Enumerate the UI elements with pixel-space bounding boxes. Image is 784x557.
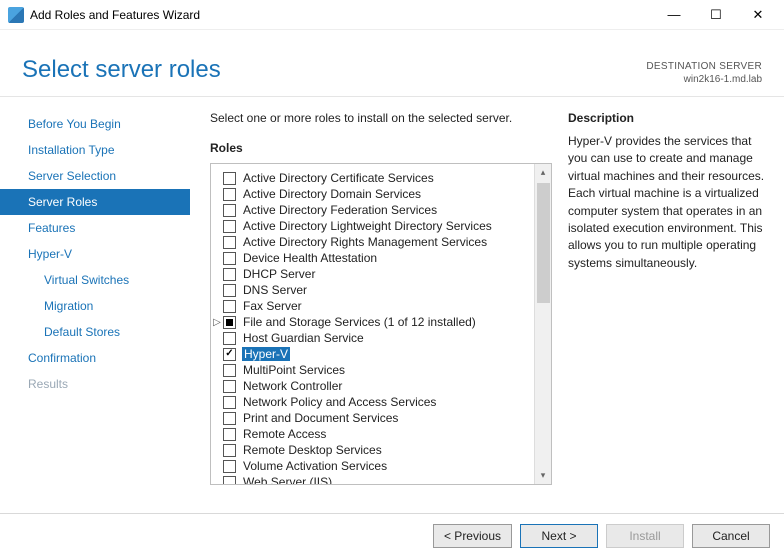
role-label: Print and Document Services: [242, 411, 399, 425]
checkbox[interactable]: [223, 220, 236, 233]
role-row[interactable]: DHCP Server: [223, 266, 532, 282]
instruction-text: Select one or more roles to install on t…: [210, 111, 552, 125]
checkbox[interactable]: [223, 188, 236, 201]
role-label: DNS Server: [242, 283, 308, 297]
role-row[interactable]: ▷File and Storage Services (1 of 12 inst…: [223, 314, 532, 330]
role-label: Network Controller: [242, 379, 343, 393]
roles-listbox: Active Directory Certificate Services Act…: [210, 163, 552, 485]
role-label: File and Storage Services (1 of 12 insta…: [242, 315, 477, 329]
role-row[interactable]: Device Health Attestation: [223, 250, 532, 266]
role-label: Remote Access: [242, 427, 327, 441]
role-row[interactable]: DNS Server: [223, 282, 532, 298]
role-row[interactable]: Active Directory Certificate Services: [223, 170, 532, 186]
checkbox[interactable]: [223, 332, 236, 345]
role-label: Active Directory Federation Services: [242, 203, 438, 217]
role-row[interactable]: Fax Server: [223, 298, 532, 314]
role-row[interactable]: Active Directory Federation Services: [223, 202, 532, 218]
nav-item-virtual-switches[interactable]: Virtual Switches: [0, 267, 190, 293]
app-icon: [8, 7, 24, 23]
minimize-button[interactable]: —: [656, 3, 692, 27]
install-button: Install: [606, 524, 684, 548]
checkbox[interactable]: [223, 284, 236, 297]
titlebar: Add Roles and Features Wizard — ☐ ✕: [0, 0, 784, 30]
role-row[interactable]: Active Directory Lightweight Directory S…: [223, 218, 532, 234]
description-text: Hyper-V provides the services that you c…: [568, 133, 766, 272]
role-label: Remote Desktop Services: [242, 443, 383, 457]
maximize-button[interactable]: ☐: [698, 3, 734, 27]
role-label: Active Directory Lightweight Directory S…: [242, 219, 493, 233]
scroll-thumb[interactable]: [537, 183, 550, 303]
role-row[interactable]: Remote Access: [223, 426, 532, 442]
checkbox[interactable]: [223, 300, 236, 313]
nav-item-features[interactable]: Features: [0, 215, 190, 241]
role-row[interactable]: MultiPoint Services: [223, 362, 532, 378]
checkbox[interactable]: [223, 476, 236, 485]
checkbox[interactable]: [223, 460, 236, 473]
role-row[interactable]: Network Policy and Access Services: [223, 394, 532, 410]
nav-item-server-selection[interactable]: Server Selection: [0, 163, 190, 189]
role-label: DHCP Server: [242, 267, 316, 281]
nav-item-default-stores[interactable]: Default Stores: [0, 319, 190, 345]
role-label: Fax Server: [242, 299, 303, 313]
checkbox[interactable]: [223, 268, 236, 281]
nav-item-results: Results: [0, 371, 190, 397]
role-label: Device Health Attestation: [242, 251, 378, 265]
nav-item-before-you-begin[interactable]: Before You Begin: [0, 111, 190, 137]
page-title: Select server roles: [22, 56, 221, 84]
role-row[interactable]: Active Directory Domain Services: [223, 186, 532, 202]
role-label: Web Server (IIS): [242, 475, 333, 484]
role-row[interactable]: Host Guardian Service: [223, 330, 532, 346]
checkbox[interactable]: [223, 412, 236, 425]
next-button[interactable]: Next >: [520, 524, 598, 548]
checkbox[interactable]: [223, 316, 236, 329]
role-row[interactable]: Remote Desktop Services: [223, 442, 532, 458]
destination-label: DESTINATION SERVER: [646, 60, 762, 73]
nav-item-installation-type[interactable]: Installation Type: [0, 137, 190, 163]
role-label: Active Directory Domain Services: [242, 187, 422, 201]
role-label: Network Policy and Access Services: [242, 395, 437, 409]
checkbox[interactable]: [223, 380, 236, 393]
destination-value: win2k16-1.md.lab: [646, 73, 762, 86]
checkbox[interactable]: [223, 236, 236, 249]
role-label: Volume Activation Services: [242, 459, 388, 473]
expand-icon[interactable]: ▷: [212, 317, 222, 328]
wizard-nav: Before You BeginInstallation TypeServer …: [0, 97, 190, 512]
role-label: Active Directory Certificate Services: [242, 171, 435, 185]
role-row[interactable]: Network Controller: [223, 378, 532, 394]
description-label: Description: [568, 111, 766, 125]
nav-item-hyper-v[interactable]: Hyper-V: [0, 241, 190, 267]
checkbox[interactable]: [223, 348, 236, 361]
previous-button[interactable]: < Previous: [433, 524, 512, 548]
role-label: Hyper-V: [242, 347, 290, 361]
footer: < Previous Next > Install Cancel: [0, 513, 784, 557]
checkbox[interactable]: [223, 396, 236, 409]
roles-list[interactable]: Active Directory Certificate Services Act…: [211, 164, 534, 484]
checkbox[interactable]: [223, 428, 236, 441]
destination-server: DESTINATION SERVER win2k16-1.md.lab: [646, 56, 762, 86]
role-row[interactable]: Web Server (IIS): [223, 474, 532, 484]
scrollbar[interactable]: ▴ ▾: [534, 164, 551, 484]
cancel-button[interactable]: Cancel: [692, 524, 770, 548]
scroll-up-icon[interactable]: ▴: [535, 164, 551, 181]
window-title: Add Roles and Features Wizard: [30, 8, 656, 22]
checkbox[interactable]: [223, 444, 236, 457]
role-row[interactable]: Print and Document Services: [223, 410, 532, 426]
role-label: Host Guardian Service: [242, 331, 365, 345]
nav-item-server-roles[interactable]: Server Roles: [0, 189, 190, 215]
nav-item-confirmation[interactable]: Confirmation: [0, 345, 190, 371]
nav-item-migration[interactable]: Migration: [0, 293, 190, 319]
checkbox[interactable]: [223, 364, 236, 377]
checkbox[interactable]: [223, 172, 236, 185]
role-label: MultiPoint Services: [242, 363, 346, 377]
role-label: Active Directory Rights Management Servi…: [242, 235, 488, 249]
checkbox[interactable]: [223, 204, 236, 217]
role-row[interactable]: Volume Activation Services: [223, 458, 532, 474]
roles-label: Roles: [210, 141, 552, 155]
role-row[interactable]: Hyper-V: [223, 346, 532, 362]
checkbox[interactable]: [223, 252, 236, 265]
close-button[interactable]: ✕: [740, 3, 776, 27]
scroll-down-icon[interactable]: ▾: [535, 467, 551, 484]
role-row[interactable]: Active Directory Rights Management Servi…: [223, 234, 532, 250]
header: Select server roles DESTINATION SERVER w…: [0, 30, 784, 97]
